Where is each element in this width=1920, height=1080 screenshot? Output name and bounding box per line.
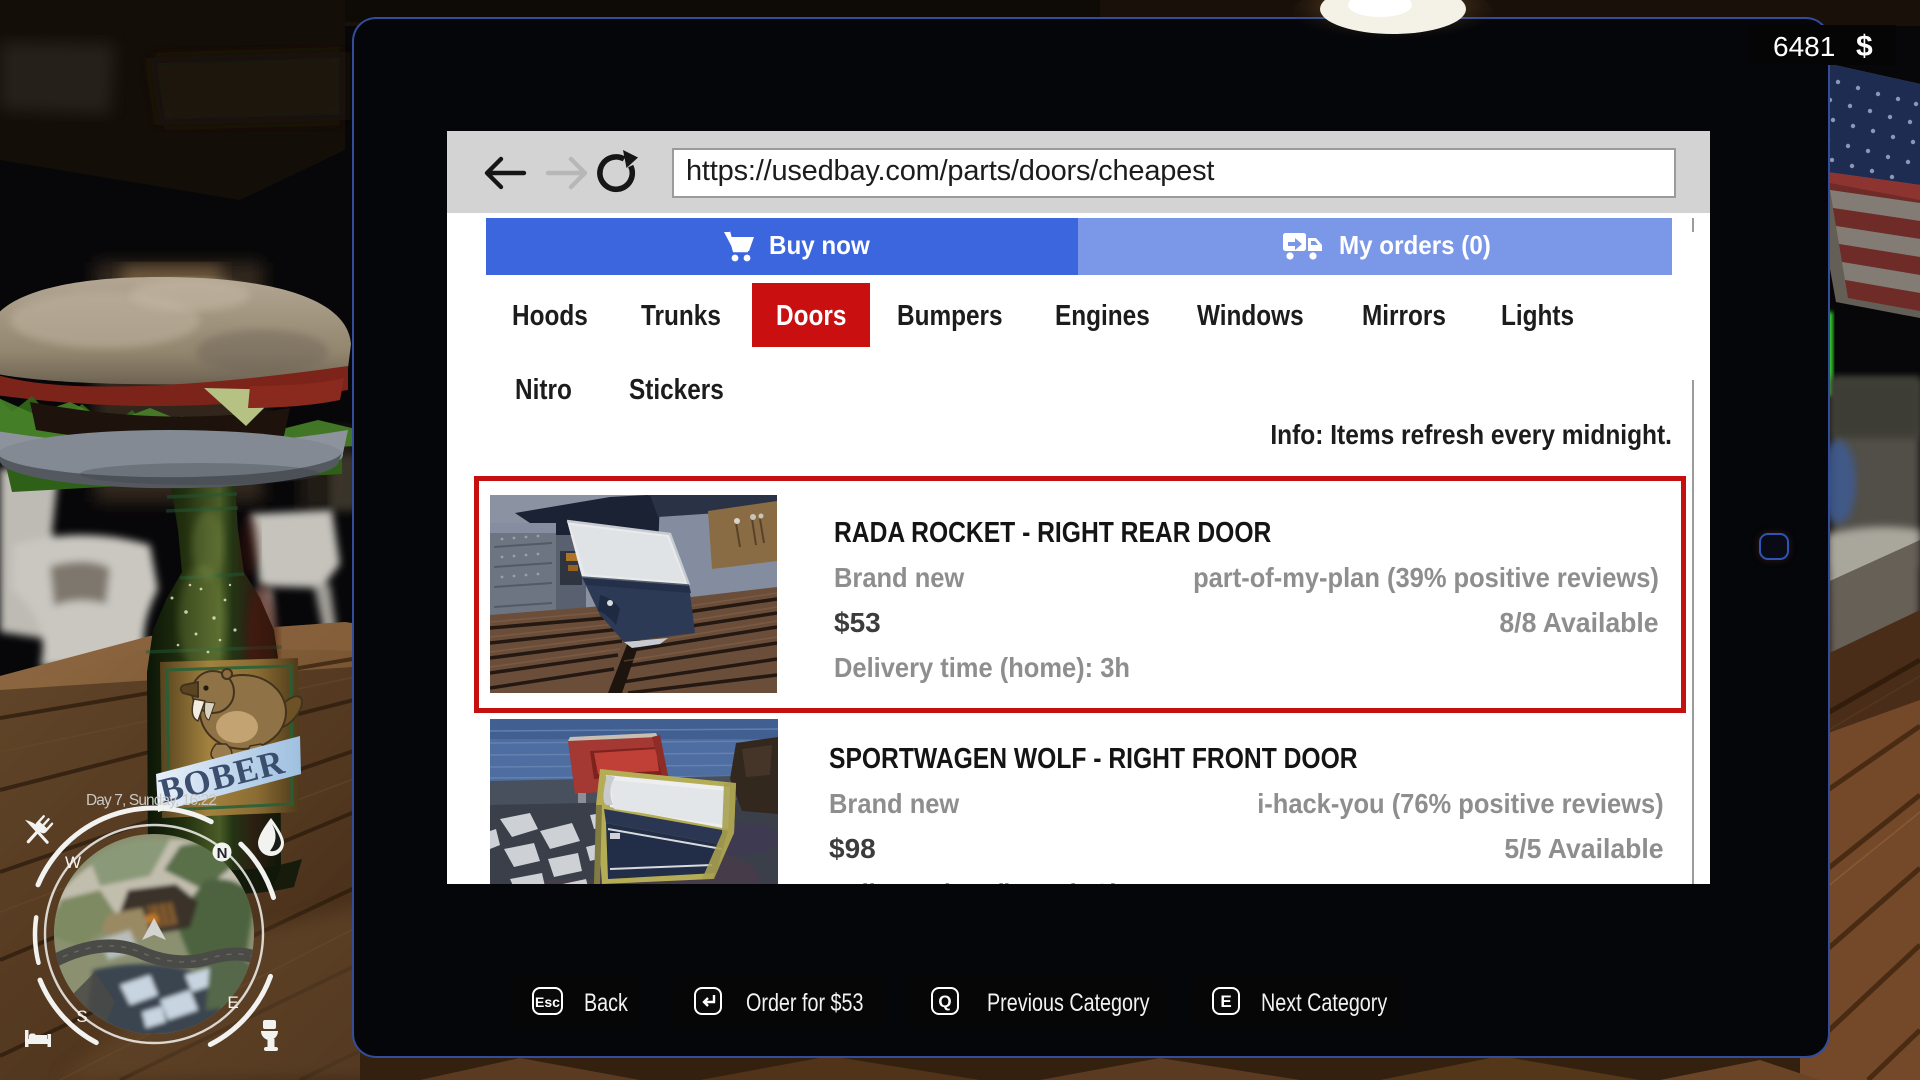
svg-text:N: N — [217, 845, 228, 862]
svg-text:Day 7, Sunday, 16:22: Day 7, Sunday, 16:22 — [86, 792, 217, 809]
svg-text:W: W — [65, 853, 81, 872]
